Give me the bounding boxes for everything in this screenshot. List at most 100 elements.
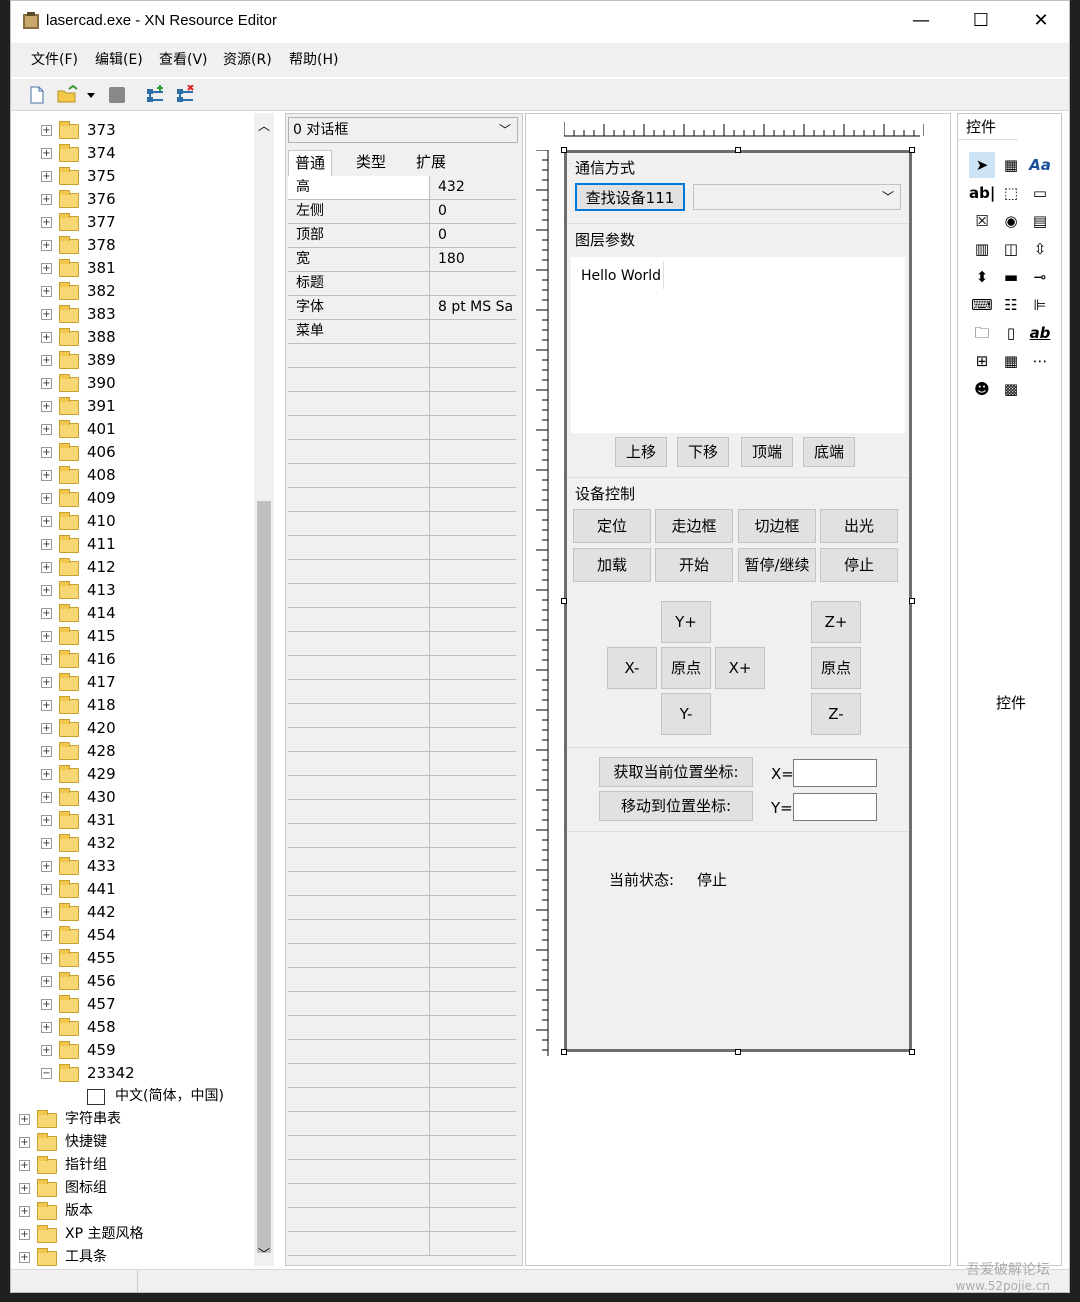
expand-icon[interactable]: + [41,999,52,1010]
tree-group[interactable]: + 快捷键 [11,1131,254,1154]
tree-node[interactable]: +389 [11,349,254,372]
property-value[interactable] [430,560,516,584]
property-name[interactable] [288,968,430,992]
tree-group[interactable]: + 版本 [11,1200,254,1223]
resize-handle[interactable] [561,598,567,604]
tree-node[interactable]: +432 [11,832,254,855]
expand-icon[interactable]: + [41,309,52,320]
property-value[interactable] [430,680,516,704]
expand-icon[interactable]: + [41,953,52,964]
expand-icon[interactable]: + [41,470,52,481]
property-name[interactable] [288,488,430,512]
property-value[interactable] [430,632,516,656]
property-name[interactable] [288,872,430,896]
property-value[interactable] [430,584,516,608]
picture-tool-icon[interactable]: ▦ [998,152,1024,178]
property-value[interactable] [430,464,516,488]
progress-tool-icon[interactable]: ▬ [998,264,1024,290]
tree-node[interactable]: +377 [11,211,254,234]
xy-origin-button[interactable]: 原点 [661,647,711,689]
property-name[interactable] [288,1160,430,1184]
property-grid[interactable]: 高 432 左侧 0 顶部 0 宽 180 标题 字体 8 pt MS Sa 菜单 [288,176,516,1262]
x-plus-button[interactable]: X+ [715,647,765,689]
tree-scrollbar[interactable]: ︿ ﹀ [254,113,274,1266]
expand-icon[interactable]: + [41,838,52,849]
expand-icon[interactable]: + [41,539,52,550]
tree-group[interactable]: + 图标组 [11,1177,254,1200]
x-coordinate-input[interactable] [793,759,877,787]
tree-node[interactable]: +455 [11,947,254,970]
expand-icon[interactable]: + [41,608,52,619]
property-name[interactable] [288,944,430,968]
tree-node[interactable]: +381 [11,257,254,280]
tree-node[interactable]: +457 [11,993,254,1016]
property-name[interactable] [288,1112,430,1136]
property-value[interactable]: 0 [430,200,516,224]
property-value[interactable] [430,536,516,560]
tree-group[interactable]: + 指针组 [11,1154,254,1177]
menu-resource[interactable]: 资源(R) [223,51,272,69]
tree-node[interactable]: +430 [11,786,254,809]
property-name[interactable] [288,1088,430,1112]
expand-icon[interactable]: + [19,1206,30,1217]
trace-frame-button[interactable]: 走边框 [655,509,733,543]
tree-node[interactable]: +414 [11,602,254,625]
tab-control-tool-icon[interactable]: 🗀 [969,320,995,346]
tree-node[interactable]: +378 [11,234,254,257]
tab-extend[interactable]: 扩展 [410,150,452,176]
pause-resume-button[interactable]: 暂停/继续 [738,548,816,582]
open-folder-icon[interactable] [57,84,78,105]
property-name[interactable] [288,1184,430,1208]
expand-icon[interactable]: + [41,976,52,987]
move-top-button[interactable]: 顶端 [741,437,793,467]
y-coordinate-input[interactable] [793,793,877,821]
menu-file[interactable]: 文件(F) [31,51,78,69]
datetime-tool-icon[interactable]: ⊞ [969,348,995,374]
property-value[interactable]: 0 [430,224,516,248]
property-name[interactable]: 顶部 [288,224,430,248]
property-value[interactable] [430,512,516,536]
load-button[interactable]: 加载 [573,548,651,582]
tree-node[interactable]: +409 [11,487,254,510]
expand-icon[interactable]: + [41,1045,52,1056]
tree-node[interactable]: +401 [11,418,254,441]
property-value[interactable]: 8 pt MS Sa [430,296,516,320]
property-value[interactable] [430,944,516,968]
expand-icon[interactable]: + [41,884,52,895]
property-value[interactable] [430,416,516,440]
property-value[interactable] [430,1160,516,1184]
calendar-tool-icon[interactable]: ▦ [998,348,1024,374]
add-resource-icon[interactable] [145,85,165,105]
property-value[interactable] [430,1016,516,1040]
property-name[interactable]: 菜单 [288,320,430,344]
property-name[interactable] [288,560,430,584]
tree-node[interactable]: +411 [11,533,254,556]
property-name[interactable] [288,344,430,368]
property-value[interactable] [430,848,516,872]
layer-list[interactable]: Hello World [571,257,905,433]
find-device-button[interactable]: 查找设备111 [575,183,685,211]
radio-button-tool-icon[interactable]: ◉ [998,208,1024,234]
x-minus-button[interactable]: X- [607,647,657,689]
tab-controls[interactable]: 控件 [958,114,1018,140]
tree-node[interactable]: +410 [11,510,254,533]
property-name[interactable]: 高 [288,176,430,200]
property-value[interactable] [430,392,516,416]
button-tool-icon[interactable]: ▭ [1027,180,1053,206]
expand-icon[interactable]: + [41,815,52,826]
list-item[interactable]: Hello World [581,267,661,285]
expand-icon[interactable]: + [19,1114,30,1125]
tree-node[interactable]: +413 [11,579,254,602]
save-icon[interactable] [107,85,127,105]
listview-tool-icon[interactable]: ☷ [998,292,1024,318]
scroll-thumb[interactable] [257,501,271,1253]
combobox-tool-icon[interactable]: ▤ [1027,208,1053,234]
expand-icon[interactable]: + [41,562,52,573]
expand-icon[interactable]: + [41,792,52,803]
property-name[interactable] [288,800,430,824]
property-name[interactable] [288,992,430,1016]
property-name[interactable] [288,584,430,608]
expand-icon[interactable]: + [41,355,52,366]
property-value[interactable] [430,728,516,752]
title-bar[interactable]: lasercad.exe - XN Resource Editor — ☐ ✕ [11,1,1069,41]
